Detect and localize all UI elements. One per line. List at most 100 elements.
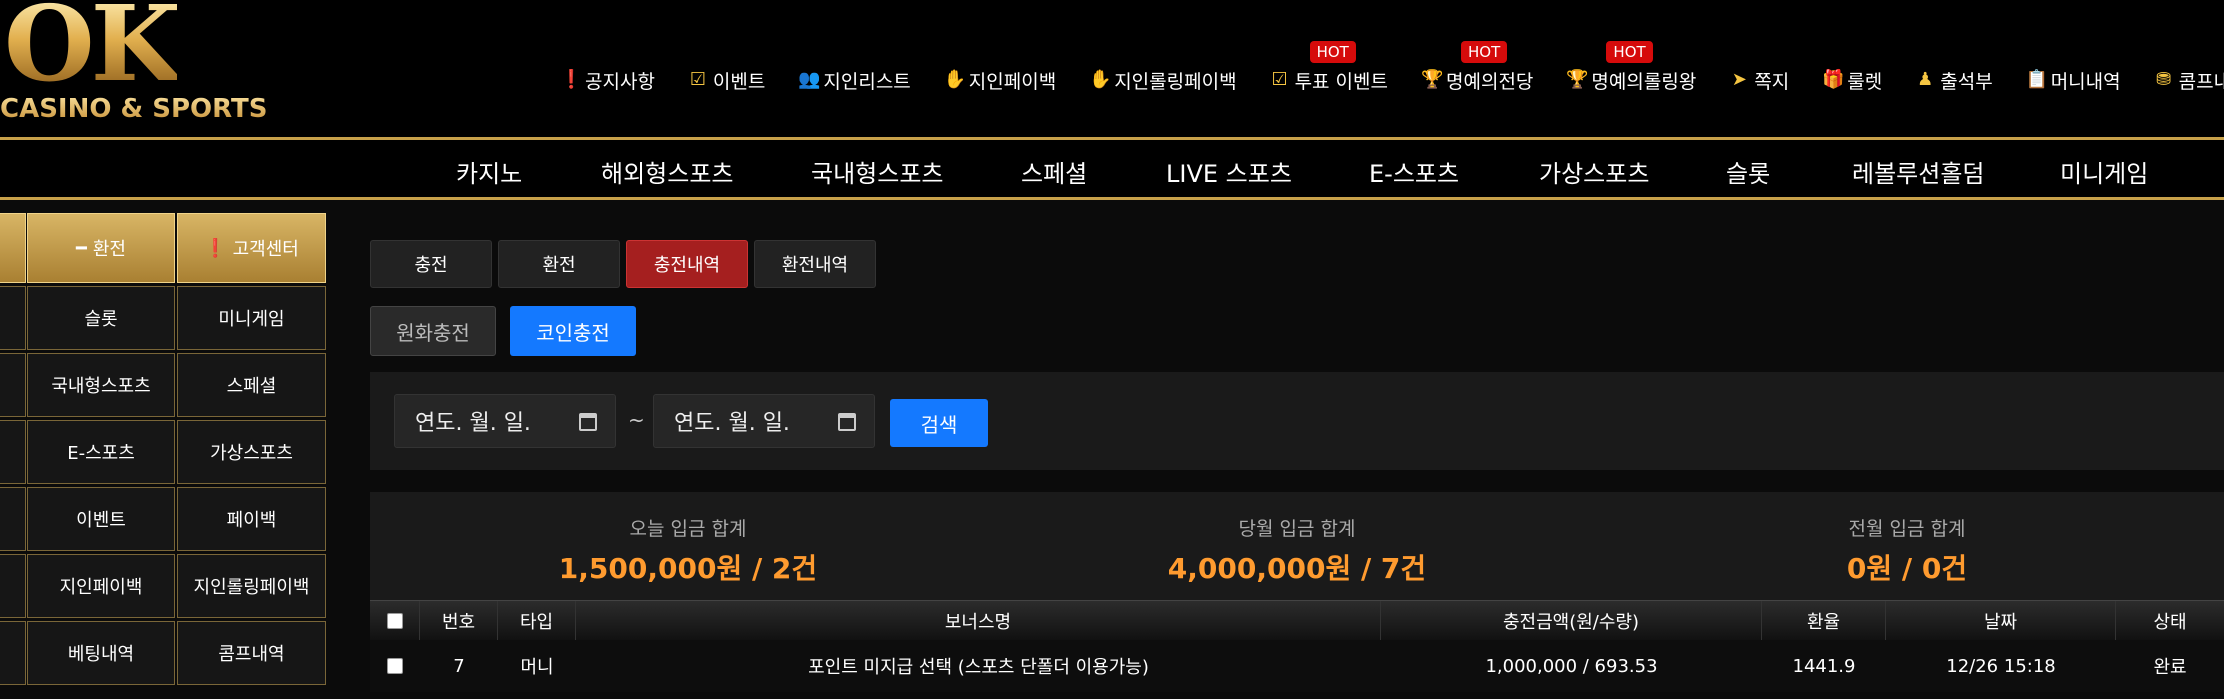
tab-withdraw-history[interactable]: 환전내역 xyxy=(754,240,876,288)
page: OK CASINO & SPORTS ❗ 공지사항 ☑ 이벤트 👥 지인리스트 … xyxy=(0,0,2224,699)
mainnav-live-sports[interactable]: LIVE 스포츠 xyxy=(1166,154,1292,189)
topnav-friend-payback[interactable]: ✋ 지인페이백 xyxy=(944,67,1056,94)
tab-deposit-history[interactable]: 충전내역 xyxy=(626,240,748,288)
topnav-label: 쪽지 xyxy=(1754,70,1790,93)
hand-coin-icon: ✋ xyxy=(1089,69,1112,90)
header-type: 타입 xyxy=(498,601,576,641)
topnav-friend-list[interactable]: 👥 지인리스트 xyxy=(798,67,910,94)
mainnav-revolution-holdem[interactable]: 레볼루션홀덤 xyxy=(1852,154,1984,189)
topnav-money-history[interactable]: 📋 머니내역 xyxy=(2026,67,2121,94)
mainnav-domestic-sports[interactable]: 국내형스포츠 xyxy=(811,154,943,189)
paper-plane-icon: ➤ xyxy=(1731,69,1747,90)
sidebar-item-esports[interactable]: E-스포츠 xyxy=(27,420,175,484)
topnav-event[interactable]: ☑ 이벤트 xyxy=(688,67,766,94)
topnav-label: 출석부 xyxy=(1940,70,1993,93)
sidebar-item-comp-history[interactable]: 콤프내역 xyxy=(177,621,326,685)
topnav-message[interactable]: ➤ 쪽지 xyxy=(1729,67,1790,94)
topnav-label: 지인페이백 xyxy=(968,70,1057,93)
header-amount: 충전금액(원/수량) xyxy=(1381,601,1762,641)
sidebar-label: 환전 xyxy=(92,239,126,260)
topnav-notice[interactable]: ❗ 공지사항 xyxy=(560,67,655,94)
sidebar-support-button[interactable]: ❗ 고객센터 xyxy=(177,213,326,283)
date-placeholder: 연도. 월. 일. xyxy=(674,411,790,436)
top-nav: ❗ 공지사항 ☑ 이벤트 👥 지인리스트 ✋ 지인페이백 ✋ 지인롤링페이백 H… xyxy=(560,40,2224,96)
info-circle-icon: ❗ xyxy=(560,69,583,90)
end-date-input[interactable]: 연도. 월. 일. xyxy=(653,394,875,448)
tab-withdraw[interactable]: 환전 xyxy=(498,240,620,288)
sidebar-gold-cut[interactable] xyxy=(0,213,26,283)
summary-panel: 오늘 입금 합계 1,500,000원 / 2건 당월 입금 합계 4,000,… xyxy=(370,492,2224,600)
topnav-label: 공지사항 xyxy=(585,70,655,93)
row-checkbox[interactable] xyxy=(387,658,403,674)
sidebar-cut-cell[interactable] xyxy=(0,420,26,484)
topnav-roulette[interactable]: 🎁 룰렛 xyxy=(1822,67,1882,94)
cell-amount: 1,000,000 / 693.53 xyxy=(1485,655,1658,677)
calendar-icon[interactable] xyxy=(838,413,856,431)
tab-deposit[interactable]: 충전 xyxy=(370,240,492,288)
sidebar-item-bet-history[interactable]: 베팅내역 xyxy=(27,621,175,685)
mainnav-virtual-sports[interactable]: 가상스포츠 xyxy=(1539,154,1649,189)
sidebar-item-domestic-sports[interactable]: 국내형스포츠 xyxy=(27,353,175,417)
mainnav-slot[interactable]: 슬롯 xyxy=(1726,154,1770,189)
date-separator: ~ xyxy=(628,408,645,432)
subtab-coin-deposit[interactable]: 코인충전 xyxy=(510,306,636,356)
summary-last-month: 전월 입금 합계 0원 / 0건 xyxy=(1707,514,2107,587)
sidebar-item-friend-payback[interactable]: 지인페이백 xyxy=(27,554,175,618)
summary-label: 당월 입금 합계 xyxy=(1238,518,1356,540)
summary-label: 전월 입금 합계 xyxy=(1848,518,1966,540)
cell-type: 머니 xyxy=(520,657,554,678)
mainnav-esports[interactable]: E-스포츠 xyxy=(1369,154,1459,189)
logo[interactable]: OK CASINO & SPORTS xyxy=(0,0,267,137)
header-status: 상태 xyxy=(2153,612,2187,633)
topnav-comp-history[interactable]: ⛃ 콤프내 xyxy=(2154,67,2224,94)
topnav-label: 콤프내 xyxy=(2178,70,2224,93)
logo-sub: CASINO & SPORTS xyxy=(0,94,268,124)
topnav-friend-rolling-payback[interactable]: ✋ 지인롤링페이백 xyxy=(1089,67,1236,94)
mainnav-minigame[interactable]: 미니게임 xyxy=(2060,154,2148,189)
clipboard-icon: 📋 xyxy=(2025,69,2049,90)
sidebar-cut-cell[interactable] xyxy=(0,487,26,551)
sidebar-cut-cell[interactable] xyxy=(0,286,26,350)
topnav-label: 명예의롤링왕 xyxy=(1591,70,1697,93)
start-date-input[interactable]: 연도. 월. 일. xyxy=(394,394,616,448)
sidebar-item-special[interactable]: 스페셜 xyxy=(177,353,326,417)
cell-bonus-name: 포인트 미지급 선택 (스포츠 단폴더 이용가능) xyxy=(808,657,1149,678)
select-all-cell xyxy=(370,601,420,641)
mainnav-casino[interactable]: 카지노 xyxy=(456,154,522,189)
sidebar-item-virtual-sports[interactable]: 가상스포츠 xyxy=(177,420,326,484)
coins-icon: ⛃ xyxy=(2156,69,2172,90)
sidebar-item-friend-rolling-payback[interactable]: 지인롤링페이백 xyxy=(177,554,326,618)
topnav-label: 머니내역 xyxy=(2050,70,2121,93)
summary-value: 1,500,000원 / 2건 xyxy=(558,552,818,585)
sidebar-cut-cell[interactable] xyxy=(0,621,26,685)
calendar-icon[interactable] xyxy=(579,413,597,431)
sidebar-item-payback[interactable]: 페이백 xyxy=(177,487,326,551)
topnav-label: 이벤트 xyxy=(712,70,766,93)
sidebar-item-slot[interactable]: 슬롯 xyxy=(27,286,175,350)
cell-rate: 1441.9 xyxy=(1792,655,1856,677)
sidebar-item-event[interactable]: 이벤트 xyxy=(27,487,175,551)
mainnav-overseas-sports[interactable]: 해외형스포츠 xyxy=(601,154,733,189)
topnav-label: 명예의전당 xyxy=(1446,70,1534,93)
select-all-checkbox[interactable] xyxy=(386,613,403,629)
search-button[interactable]: 검색 xyxy=(890,399,988,447)
topnav-label: 투표 이벤트 xyxy=(1294,70,1389,93)
topnav-vote-event[interactable]: HOT ☑ 투표 이벤트 xyxy=(1270,40,1389,94)
date-placeholder: 연도. 월. 일. xyxy=(415,411,531,436)
mainnav-special[interactable]: 스페셜 xyxy=(1021,154,1087,189)
sidebar-exchange-button[interactable]: ━ 환전 xyxy=(27,213,175,283)
subtab-won-deposit[interactable]: 원화충전 xyxy=(370,306,496,356)
row-select-cell xyxy=(370,640,420,692)
info-circle-icon: ❗ xyxy=(204,237,227,259)
sidebar-cut-cell[interactable] xyxy=(0,353,26,417)
topnav-hall-of-fame[interactable]: HOT 🏆 명예의전당 xyxy=(1421,40,1534,94)
minus-icon: ━ xyxy=(76,237,87,259)
cell-date: 12/26 15:18 xyxy=(1946,655,2056,677)
hot-badge: HOT xyxy=(1461,40,1508,63)
sidebar-cut-cell[interactable] xyxy=(0,554,26,618)
topnav-attendance[interactable]: ♟ 출석부 xyxy=(1915,67,1993,94)
sidebar-item-minigame[interactable]: 미니게임 xyxy=(177,286,326,350)
header-rate: 환율 xyxy=(1762,601,1886,641)
hot-badge: HOT xyxy=(1606,40,1653,63)
topnav-rolling-king[interactable]: HOT 🏆 명예의롤링왕 xyxy=(1566,40,1697,94)
